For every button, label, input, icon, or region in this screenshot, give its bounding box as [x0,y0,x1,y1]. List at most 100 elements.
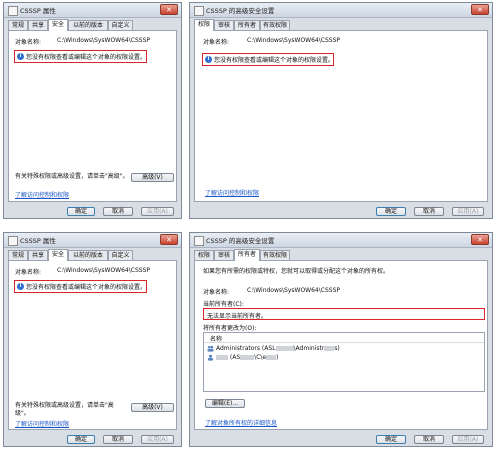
owner-item-name: Administrators (ASL [216,345,276,352]
owner-panel: 如果您有所需的权限或特权，您就可以取得或分配这个对象的所有权。 对象名称: C:… [194,260,488,430]
object-name-value: C:\Windows\SysWOW64\CSSSP [247,37,340,44]
tab-previous-versions[interactable]: 以前的版本 [68,250,108,260]
advanced-security-window-top: CSSSP 的高级安全设置 ✕ 权限 审核 所有者 有效权限 对象名称: C:\… [189,2,493,219]
info-icon: i [17,53,24,60]
tab-previous-versions[interactable]: 以前的版本 [68,20,108,30]
redacted-block [240,355,255,360]
learn-ownership-link[interactable]: 了解对象所有权的详细信息 [205,418,277,427]
close-button[interactable]: ✕ [160,234,178,245]
apply-button[interactable]: 应用(A) [452,207,484,216]
no-permission-message-box: i 您没有权限查看或编辑这个对象的权限设置。 [14,280,147,293]
title-bar[interactable]: CSSSP 属性 ✕ [4,3,181,18]
no-permission-message: 您没有权限查看或编辑这个对象的权限设置。 [26,284,147,291]
no-permission-message: 您没有权限查看或编辑这个对象的权限设置。 [214,57,335,64]
tab-permissions[interactable]: 权限 [194,250,214,260]
folder-icon [194,6,204,16]
security-panel: 对象名称: C:\Windows\SysWOW64\CSSSP i 您没有权限查… [8,30,177,202]
window-title: CSSSP 的高级安全设置 [206,7,275,15]
ok-button[interactable]: 确定 [376,207,406,216]
cancel-button[interactable]: 取消 [414,207,444,216]
learn-access-control-link[interactable]: 了解访问控制和权限 [205,188,259,197]
object-name-value: C:\Windows\SysWOW64\CSSSP [57,267,150,274]
object-name-label: 对象名称: [15,269,42,276]
tab-general[interactable]: 常规 [8,20,28,30]
info-icon: i [205,56,212,63]
title-bar[interactable]: CSSSP 的高级安全设置 ✕ [190,3,492,18]
redacted-block [324,346,335,351]
learn-access-control-link[interactable]: 了解访问控制和权限 [15,419,69,428]
tab-customize[interactable]: 自定义 [108,20,133,30]
object-name-label: 对象名称: [203,289,230,296]
cancel-button[interactable]: 取消 [103,435,133,444]
apply-button[interactable]: 应用(A) [452,435,484,444]
object-name-label: 对象名称: [203,39,230,46]
tab-owner[interactable]: 所有者 [234,20,260,30]
info-icon: i [17,283,24,290]
tab-sharing[interactable]: 共享 [28,250,48,260]
ok-button[interactable]: 确定 [376,435,406,444]
apply-button[interactable]: 应用(A) [141,435,174,444]
tab-auditing[interactable]: 审核 [214,20,234,30]
ok-button[interactable]: 确定 [67,207,95,216]
no-permission-message: 您没有权限查看或编辑这个对象的权限设置。 [26,54,147,61]
owner-item-tail: s) [334,345,340,352]
folder-icon [194,236,204,246]
redacted-block [275,346,294,351]
close-button[interactable]: ✕ [160,4,178,15]
tab-security[interactable]: 安全 [48,249,68,261]
user-icon [207,354,214,361]
learn-access-control-link[interactable]: 了解访问控制和权限 [15,190,69,199]
cancel-button[interactable]: 取消 [103,207,133,216]
special-permissions-text: 有关特殊权限或高级设置，请单击"高级"。 [15,173,129,180]
list-header: 名称 [204,333,484,343]
apply-button[interactable]: 应用(A) [141,207,174,216]
tab-effective-permissions[interactable]: 有效权限 [260,250,290,260]
cancel-button[interactable]: 取消 [414,435,444,444]
folder-icon [8,236,18,246]
current-owner-label: 当前所有者(C): [203,301,244,308]
folder-icon [8,6,18,16]
properties-window-bottom: CSSSP 属性 ✕ 常规 共享 安全 以前的版本 自定义 对象名称: C:\W… [3,232,182,447]
redacted-block [266,355,277,360]
owner-candidates-list[interactable]: 名称 Administrators (ASL \Administr s) (AS \C… [203,332,485,392]
title-bar[interactable]: CSSSP 属性 ✕ [4,233,181,248]
edit-button[interactable]: 编辑(E)... [205,399,245,408]
window-title: CSSSP 属性 [20,7,56,15]
tab-auditing[interactable]: 审核 [214,250,234,260]
security-panel: 对象名称: C:\Windows\SysWOW64\CSSSP i 您没有权限查… [8,260,177,430]
special-permissions-text-line2: 级"。 [15,410,30,417]
ownership-intro-text: 如果您有所需的权限或特权，您就可以取得或分配这个对象的所有权。 [203,268,390,275]
users-group-icon [207,345,214,352]
list-item[interactable]: Administrators (ASL \Administr s) [206,345,476,353]
tab-general[interactable]: 常规 [8,250,28,260]
advanced-button[interactable]: 高级(V) [131,403,174,412]
tab-permissions[interactable]: 权限 [194,19,214,31]
change-owner-label: 将所有者更改为(O): [203,325,257,332]
window-title: CSSSP 的高级安全设置 [206,237,275,245]
close-button[interactable]: ✕ [471,4,489,15]
redacted-block [216,355,228,360]
object-name-label: 对象名称: [15,39,42,46]
ok-button[interactable]: 确定 [67,435,95,444]
tab-sharing[interactable]: 共享 [28,20,48,30]
permissions-panel: 对象名称: C:\Windows\SysWOW64\CSSSP i 您没有权限查… [194,30,488,202]
advanced-security-window-bottom: CSSSP 的高级安全设置 ✕ 权限 审核 所有者 有效权限 如果您有所需的权限… [189,232,493,447]
column-name-header: 名称 [210,336,223,343]
current-owner-value: 无法显示当前所有者。 [207,313,268,320]
list-item[interactable]: (AS \C\e) [206,354,476,362]
owner-item-suffix: \Administr [293,345,325,352]
tab-security[interactable]: 安全 [48,19,68,31]
properties-window-top: CSSSP 属性 ✕ 常规 共享 安全 以前的版本 自定义 对象名称: C:\W… [3,2,182,219]
close-button[interactable]: ✕ [471,234,489,245]
object-name-value: C:\Windows\SysWOW64\CSSSP [57,37,150,44]
no-permission-message-box: i 您没有权限查看或编辑这个对象的权限设置。 [14,50,147,63]
object-name-value: C:\Windows\SysWOW64\CSSSP [247,287,340,294]
current-owner-box: 无法显示当前所有者。 [203,308,485,320]
special-permissions-text: 有关特殊权限或高级设置，请单击"高 [15,402,114,409]
owner-item-tail: \C\e [254,354,267,361]
tab-owner[interactable]: 所有者 [234,249,260,261]
tab-customize[interactable]: 自定义 [108,250,133,260]
advanced-button[interactable]: 高级(V) [131,173,174,182]
title-bar[interactable]: CSSSP 的高级安全设置 ✕ [190,233,492,248]
tab-effective-permissions[interactable]: 有效权限 [260,20,290,30]
